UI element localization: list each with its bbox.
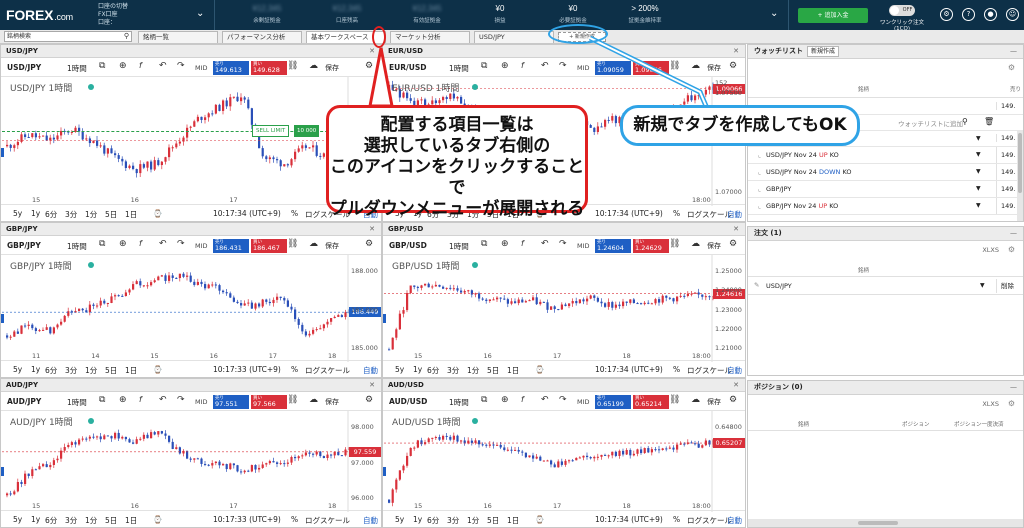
red-highlight-ring: [372, 26, 386, 48]
blue-highlight-ring: [548, 24, 608, 44]
app-root: FOREX.com 口座の切替 FX口座 口座： ⌄ ¥12,345 余剰証拠金 …: [0, 0, 1024, 528]
blue-callout: 新規でタブを作成してもOK: [620, 105, 860, 146]
red-callout: 配置する項目一覧は 選択しているタブ右側の このアイコンをクリックすることで プ…: [326, 105, 588, 219]
blue-callout-line: [588, 35, 709, 107]
red-callout-pointer: [368, 47, 394, 108]
annotation-overlay: [368, 35, 709, 108]
